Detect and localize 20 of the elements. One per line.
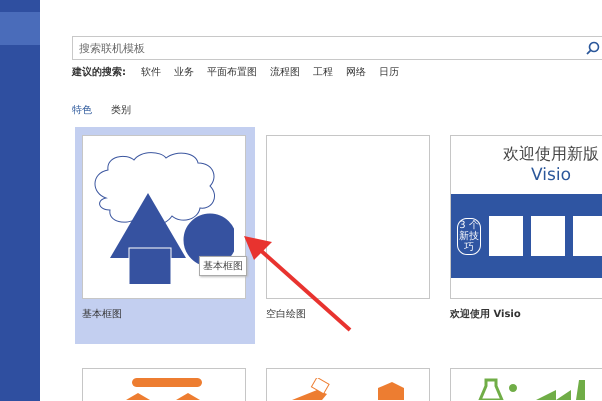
tooltip: 基本框图 bbox=[199, 256, 247, 276]
category-tab[interactable]: 特色 bbox=[72, 103, 92, 117]
suggested-search-link[interactable]: 软件 bbox=[141, 65, 161, 79]
template-name: 空白绘图 bbox=[266, 308, 307, 321]
suggested-search-link[interactable]: 流程图 bbox=[270, 65, 300, 79]
suggested-searches-label: 建议的搜索: bbox=[72, 66, 126, 79]
category-tab[interactable]: 类别 bbox=[111, 103, 131, 117]
search-field[interactable]: 搜索联机模板 bbox=[72, 36, 602, 60]
search-icon[interactable] bbox=[586, 41, 600, 55]
suggested-search-link[interactable]: 日历 bbox=[379, 65, 399, 79]
suggested-search-link[interactable]: 业务 bbox=[174, 65, 194, 79]
suggested-search-link[interactable]: 工程 bbox=[313, 65, 333, 79]
suggested-search-link[interactable]: 平面布置图 bbox=[207, 65, 257, 79]
template-name: 基本框图 bbox=[82, 308, 123, 321]
product-name: Visio bbox=[531, 165, 571, 182]
tips-badge: 3 个新技巧 bbox=[457, 218, 481, 254]
template-name: 欢迎使用 Visio bbox=[450, 307, 522, 321]
welcome-headline: 欢迎使用新版 bbox=[503, 144, 599, 165]
suggested-search-link[interactable]: 网络 bbox=[346, 65, 366, 79]
template-card[interactable]: 基本框图 基本框图 bbox=[75, 127, 255, 344]
